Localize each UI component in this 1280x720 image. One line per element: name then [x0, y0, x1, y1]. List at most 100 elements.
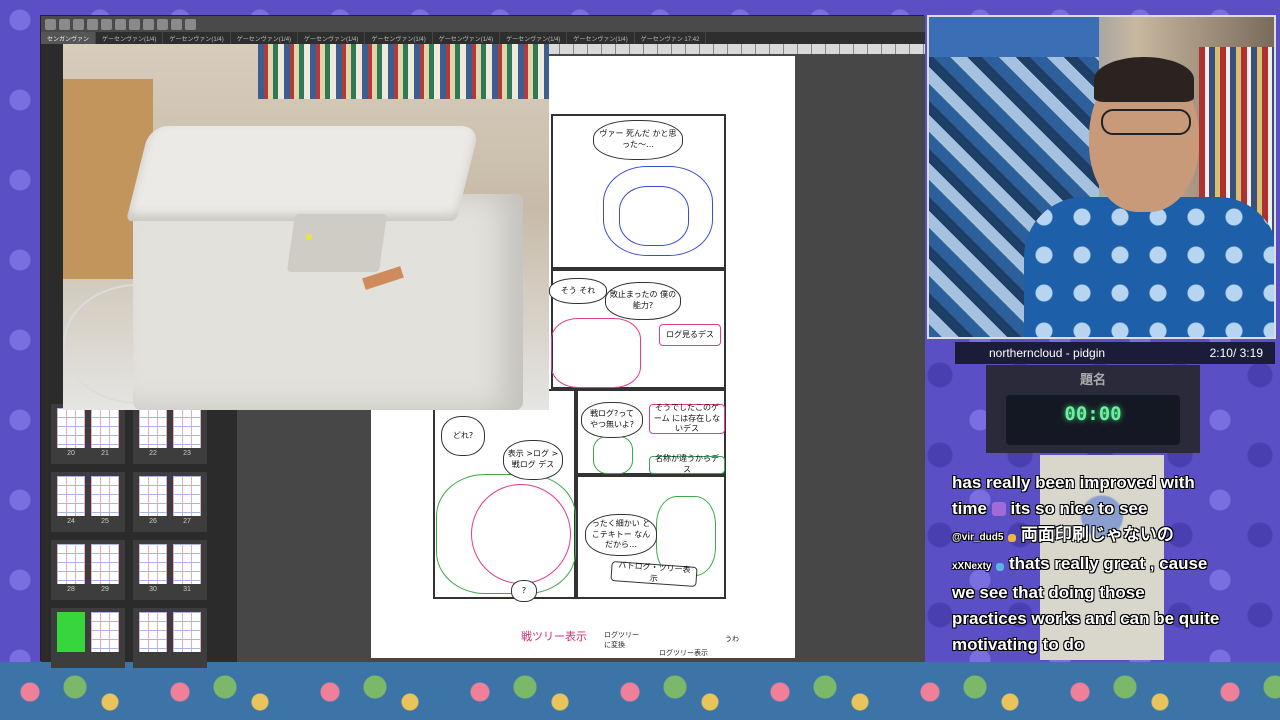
webcam-feed	[927, 15, 1276, 339]
open-file-icon[interactable]	[59, 18, 70, 30]
character-sketch	[619, 186, 689, 246]
margin-note: 戦ツリー表示	[521, 630, 587, 643]
transform-icon[interactable]	[129, 18, 140, 30]
tab-3[interactable]: ゲーセンヴァン(1/4)	[231, 32, 299, 44]
page-pair[interactable]: 30 31	[133, 540, 207, 600]
tab-1[interactable]: ゲーセンヴァン(1/4)	[96, 32, 164, 44]
page-thumb[interactable]	[91, 544, 119, 584]
chat-line: has really been improved with	[952, 473, 1195, 492]
page-thumb[interactable]	[139, 612, 167, 652]
speech-bubble: ?	[511, 580, 537, 602]
page-number: 26	[149, 518, 157, 525]
timer-widget: 題名 00:00	[986, 365, 1200, 453]
chat-line: xXNexty thats really great , cause	[952, 551, 1268, 580]
page-thumb[interactable]	[57, 476, 85, 516]
document-tabs: センガンヴァン ゲーセンヴァン(1/4) ゲーセンヴァン(1/4) ゲーセンヴァ…	[41, 32, 925, 44]
chat-messages: has really been improved with time its s…	[952, 470, 1268, 658]
page-number: 20	[67, 450, 75, 457]
brush-icon[interactable]	[157, 18, 168, 30]
tab-0[interactable]: センガンヴァン	[41, 32, 97, 44]
now-playing-bar: northerncloud - pidgin 2:10/ 3:19	[955, 342, 1275, 364]
streamer-shirt	[1024, 197, 1274, 337]
page-thumb[interactable]	[173, 544, 201, 584]
speech-bubble: そう それ	[549, 278, 607, 304]
tab-7[interactable]: ゲーセンヴァン(1/4)	[500, 32, 568, 44]
page-thumb[interactable]	[91, 408, 119, 448]
ruler-icon[interactable]	[171, 18, 182, 30]
bottom-decor-strip	[0, 662, 1280, 720]
page-thumb-selected[interactable]	[57, 612, 85, 652]
bookshelf	[258, 44, 549, 99]
chat-username: xXNexty	[952, 561, 992, 572]
speech-bubble: 敗止まったの 僕の能力?	[605, 282, 681, 320]
tab-8[interactable]: ゲーセンヴァン(1/4)	[567, 32, 635, 44]
page-pair[interactable]: 22 23	[133, 404, 207, 464]
tab-4[interactable]: ゲーセンヴァン(1/4)	[298, 32, 366, 44]
chat-line: @vir_dud5 両面印刷じゃないの	[952, 522, 1268, 551]
page-pair[interactable]	[133, 608, 207, 668]
chat-line: practices works and can be quite	[952, 609, 1220, 628]
page-thumb[interactable]	[173, 408, 201, 448]
page-number: 31	[183, 586, 191, 593]
page-pair[interactable]: 26 27	[133, 472, 207, 532]
app-toolbar	[41, 16, 925, 32]
chat-text: its so nice to see	[1010, 499, 1148, 518]
printer-control-panel	[286, 214, 388, 272]
margin-note: うわ	[725, 635, 739, 643]
timer-value: 00:00	[1064, 403, 1122, 425]
timer-title: 題名	[1079, 372, 1106, 387]
speech-bubble: ヴ⁠ァー 死んだ かと思った～…	[593, 120, 683, 160]
character-sketch	[551, 318, 641, 388]
speech-bubble: そうでしたこのゲーム には存在しないデス	[649, 403, 725, 434]
page-number: 24	[67, 518, 75, 525]
page-number: 22	[149, 450, 157, 457]
tab-5[interactable]: ゲーセンヴァン(1/4)	[365, 32, 433, 44]
select-icon[interactable]	[143, 18, 154, 30]
page-thumb[interactable]	[173, 476, 201, 516]
glasses	[1101, 109, 1191, 135]
page-number: 28	[67, 586, 75, 593]
speech-bubble: ったく細かい とこテキトー なんだから…	[585, 514, 657, 556]
page-thumb[interactable]	[173, 612, 201, 652]
chat-overlay: has really been improved with time its s…	[936, 455, 1266, 660]
grid-icon[interactable]	[185, 18, 196, 30]
page-thumb[interactable]	[91, 476, 119, 516]
chat-text: time	[952, 499, 987, 518]
emote-icon	[991, 502, 1006, 516]
page-pair[interactable]	[51, 608, 125, 668]
page-thumb[interactable]	[57, 544, 85, 584]
page-number: 23	[183, 450, 191, 457]
save-icon[interactable]	[73, 18, 84, 30]
badge-icon	[1008, 534, 1017, 542]
redo-icon[interactable]	[101, 18, 112, 30]
now-playing-track: northerncloud - pidgin	[989, 346, 1106, 360]
tab-2[interactable]: ゲーセンヴァン(1/4)	[163, 32, 231, 44]
margin-note: ログツリー に変換	[604, 631, 639, 649]
page-pair[interactable]: 20 21	[51, 404, 125, 464]
page-number: 25	[101, 518, 109, 525]
streamer-hair	[1094, 57, 1194, 102]
page-thumb[interactable]	[91, 612, 119, 652]
margin-note: ログツリー表示	[659, 649, 708, 657]
tab-9[interactable]: ゲーセンヴァン 17:42	[635, 32, 707, 44]
chat-line: time its so nice to see	[952, 496, 1268, 522]
page-pair[interactable]: 24 25	[51, 472, 125, 532]
page-number: 30	[149, 586, 157, 593]
page-thumb[interactable]	[57, 408, 85, 448]
page-thumb[interactable]	[139, 408, 167, 448]
tab-6[interactable]: ゲーセンヴァン(1/4)	[433, 32, 501, 44]
new-file-icon[interactable]	[45, 18, 56, 30]
undo-icon[interactable]	[87, 18, 98, 30]
page-number: 29	[101, 586, 109, 593]
now-playing-time: 2:10/ 3:19	[1209, 346, 1263, 360]
speech-bubble: ログ見るデス	[659, 324, 721, 346]
speech-bubble: どれ?	[441, 416, 485, 456]
clear-icon[interactable]	[115, 18, 126, 30]
page-pair[interactable]: 28 29	[51, 540, 125, 600]
printer-led	[305, 234, 313, 240]
page-thumb[interactable]	[139, 476, 167, 516]
page-thumb[interactable]	[139, 544, 167, 584]
badge-icon	[996, 563, 1005, 571]
wheel-menu-sketch	[471, 484, 571, 584]
page-number: 21	[101, 450, 109, 457]
